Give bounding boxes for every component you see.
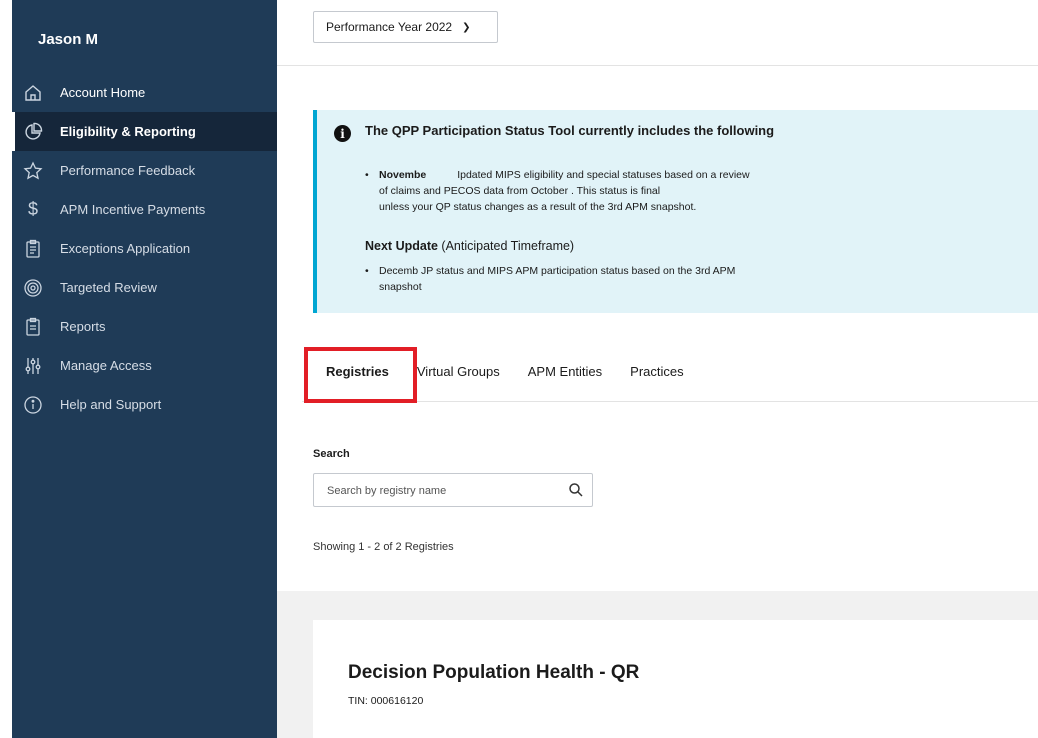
sidebar-item-label: Account Home <box>60 85 146 100</box>
sidebar-item-label: Help and Support <box>60 397 162 412</box>
search-label: Search <box>313 448 350 460</box>
user-name: Jason M <box>38 31 99 48</box>
home-icon <box>22 82 44 104</box>
alert-bullet-text: of claims and PECOS data from October . … <box>379 185 661 197</box>
performance-year-select[interactable]: Performance Year 2022 ❯ <box>313 11 498 43</box>
alert-bullet-line: snapshot <box>365 279 885 295</box>
sidebar-item-performance-feedback[interactable]: Performance Feedback <box>12 151 277 190</box>
registry-tin: TIN: 000616120 <box>348 695 424 707</box>
sidebar-item-reports[interactable]: Reports <box>12 307 277 346</box>
sidebar: Jason M Account Home Eligibility & Repor… <box>12 0 277 738</box>
clipboard-icon <box>22 238 44 260</box>
dollar-icon: $ <box>27 199 38 219</box>
sidebar-item-eligibility-reporting[interactable]: Eligibility & Reporting <box>12 112 277 151</box>
info-circle-icon <box>22 394 44 416</box>
alert-bullet-line: of claims and PECOS data from October . … <box>365 183 885 199</box>
results-count: Showing 1 - 2 of 2 Registries <box>313 541 454 553</box>
search-field <box>313 473 593 508</box>
registry-title[interactable]: Decision Population Health - QR <box>348 662 639 684</box>
clipboard-icon <box>22 316 44 338</box>
alert-bullet-text: Decemb JP status and MIPS APM participat… <box>379 265 736 277</box>
search-input[interactable] <box>314 474 559 508</box>
sidebar-item-label: Reports <box>60 319 106 334</box>
divider <box>277 65 1038 66</box>
sidebar-item-exceptions-application[interactable]: Exceptions Application <box>12 229 277 268</box>
alert-bullet-line: unless your QP status changes as a resul… <box>365 199 885 215</box>
sidebar-item-label: Exceptions Application <box>60 241 191 256</box>
alert-title: The QPP Participation Status Tool curren… <box>365 123 775 138</box>
sidebar-item-manage-access[interactable]: Manage Access <box>12 346 277 385</box>
highlight-box <box>304 347 417 403</box>
sidebar-item-targeted-review[interactable]: Targeted Review <box>12 268 277 307</box>
sidebar-item-label: Targeted Review <box>60 280 157 295</box>
next-update-rest: (Anticipated Timeframe) <box>437 239 575 253</box>
sidebar-item-help-support[interactable]: Help and Support <box>12 385 277 424</box>
alert-bullet-text: Ipdated MIPS eligibility and special sta… <box>457 169 750 181</box>
sidebar-nav: Account Home Eligibility & Reporting Per… <box>12 73 277 424</box>
sidebar-item-account-home[interactable]: Account Home <box>12 73 277 112</box>
pie-chart-icon <box>22 121 44 143</box>
sidebar-item-label: APM Incentive Payments <box>60 202 206 217</box>
main-content: Performance Year 2022 ❯ i The QPP Partic… <box>277 0 1038 738</box>
next-update-heading: Next Update (Anticipated Timeframe) <box>365 239 574 253</box>
info-alert: i The QPP Participation Status Tool curr… <box>313 110 1038 313</box>
sidebar-item-apm-incentive-payments[interactable]: $ APM Incentive Payments <box>12 190 277 229</box>
sidebar-item-label: Eligibility & Reporting <box>60 124 196 139</box>
search-icon[interactable] <box>568 482 584 498</box>
sidebar-item-label: Manage Access <box>60 358 152 373</box>
tab-practices[interactable]: Practices <box>616 355 697 388</box>
tab-apm-entities[interactable]: APM Entities <box>514 355 616 388</box>
performance-year-value: Performance Year 2022 <box>326 20 453 34</box>
star-icon <box>22 160 44 182</box>
sidebar-item-label: Performance Feedback <box>60 163 196 178</box>
chevron-down-icon: ❯ <box>462 21 471 33</box>
info-icon: i <box>334 125 351 142</box>
alert-bullet-text: snapshot <box>379 281 422 293</box>
alert-bullet-text: unless your QP status changes as a resul… <box>379 201 697 213</box>
alert-bullet: • Novembe Ipdated MIPS eligibility and s… <box>365 169 750 181</box>
registry-card: Decision Population Health - QR TIN: 000… <box>313 620 1038 738</box>
next-update-bold: Next Update <box>365 239 438 253</box>
target-icon <box>22 277 44 299</box>
sliders-icon <box>22 355 44 377</box>
tab-virtual-groups[interactable]: Virtual Groups <box>403 355 514 388</box>
alert-bullet-bold: Novembe <box>379 169 427 181</box>
left-edge <box>0 0 12 738</box>
alert-bullet: • Decemb JP status and MIPS APM particip… <box>365 263 885 279</box>
